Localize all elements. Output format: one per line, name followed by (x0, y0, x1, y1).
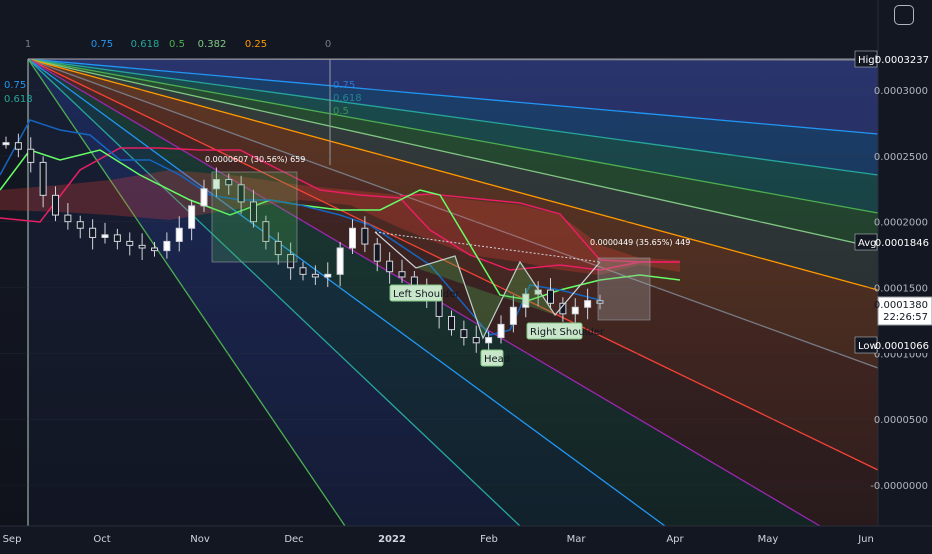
candle-body (373, 243, 381, 262)
fan-level-label: 1 (25, 39, 31, 50)
candle-body (311, 273, 319, 278)
x-tick-label: 2022 (378, 534, 406, 545)
x-tick-label: Mar (567, 534, 587, 545)
candle-body (175, 227, 183, 242)
candle-body (349, 227, 356, 249)
candle-body (547, 289, 554, 304)
candle-body (361, 227, 369, 245)
time-axis-bg (0, 526, 932, 550)
candle-body (460, 329, 468, 339)
candle-body (485, 337, 493, 344)
candle-body (126, 240, 134, 246)
price-tag-value: 0.0001066 (875, 341, 929, 352)
candle-body (584, 300, 592, 308)
price-axis-bg (878, 0, 932, 550)
fan-level-label: 0.382 (198, 39, 227, 50)
candle-body (200, 188, 208, 207)
candle-body (64, 214, 72, 223)
pattern-label: Right Shoulder (530, 327, 605, 338)
candle-body (2, 142, 10, 146)
fan-side-label: 0.618 (4, 94, 33, 105)
measurement-label: 0.0000449 (35.65%) 449 (590, 238, 690, 247)
y-tick-label: 0.0002000 (874, 218, 928, 229)
x-tick-label: Nov (190, 534, 210, 545)
candle-body (76, 221, 84, 229)
pattern-label: Head (484, 354, 510, 365)
candle-body (386, 260, 394, 273)
fan-end-label: 0.5 (333, 106, 349, 117)
y-tick-label: 0.0001500 (874, 284, 928, 295)
candle-body (14, 142, 22, 150)
candle-body (336, 247, 344, 275)
x-tick-label: May (758, 534, 779, 545)
x-tick-label: Feb (480, 534, 498, 545)
candle-body (324, 273, 332, 278)
y-tick-label: 0.0002500 (874, 152, 928, 163)
candle-body (472, 337, 480, 344)
candle-body (509, 306, 517, 325)
chart-window: 1 0.75 0.618 0.5 0.382 0.25 0 0.75 0.618 0.75 0.61… (0, 0, 932, 550)
y-tick-label: -0.0000000 (870, 481, 928, 492)
candle-body (448, 315, 455, 331)
candle-body (497, 323, 505, 339)
last-price-countdown: 22:26:57 (883, 312, 928, 323)
fan-end-label: 0.618 (333, 93, 362, 104)
fan-level-label: 0.618 (131, 39, 160, 50)
candle-body (299, 267, 307, 275)
measurement-label: 0.0000607 (30.56%) 659 (205, 155, 305, 164)
fullscreen-button[interactable] (894, 5, 914, 25)
x-tick-label: Sep (3, 534, 22, 545)
fan-level-label: 0 (325, 39, 331, 50)
price-tag-label: Avg (858, 238, 877, 249)
measure-box-2 (597, 257, 651, 321)
fan-end-label: 0.75 (333, 80, 355, 91)
candle-body (101, 234, 109, 238)
candle-body (27, 148, 35, 163)
fan-level-label: 0.25 (245, 39, 267, 50)
x-tick-label: Apr (666, 534, 684, 545)
price-tag-value: 0.0001846 (875, 238, 929, 249)
measure-box-1 (211, 171, 298, 263)
fan-side-label: 0.75 (4, 80, 26, 91)
pattern-label: Left Shoulder (393, 289, 460, 300)
y-tick-label: 0.0003000 (874, 86, 928, 97)
candle-body (188, 205, 196, 229)
candle-body (571, 306, 579, 315)
price-tag-value: 0.0003237 (875, 55, 929, 66)
x-tick-label: Dec (284, 534, 303, 545)
candle-body (113, 234, 121, 242)
candle-body (151, 247, 158, 252)
candle-body (398, 271, 406, 278)
chart-canvas[interactable]: 1 0.75 0.618 0.5 0.382 0.25 0 0.75 0.618 0.75 0.61… (0, 0, 932, 550)
x-tick-label: Oct (93, 534, 110, 545)
candle-body (138, 244, 146, 249)
last-price-value: 0.0001380 (874, 300, 928, 311)
candle-body (52, 194, 59, 216)
y-tick-label: 0.0000500 (874, 415, 928, 426)
candle-body (89, 227, 97, 238)
fan-level-label: 0.75 (91, 39, 113, 50)
candle-body (39, 161, 47, 196)
candle-body (163, 240, 171, 252)
x-tick-label: Jun (857, 534, 874, 545)
fan-level-label: 0.5 (169, 39, 185, 50)
